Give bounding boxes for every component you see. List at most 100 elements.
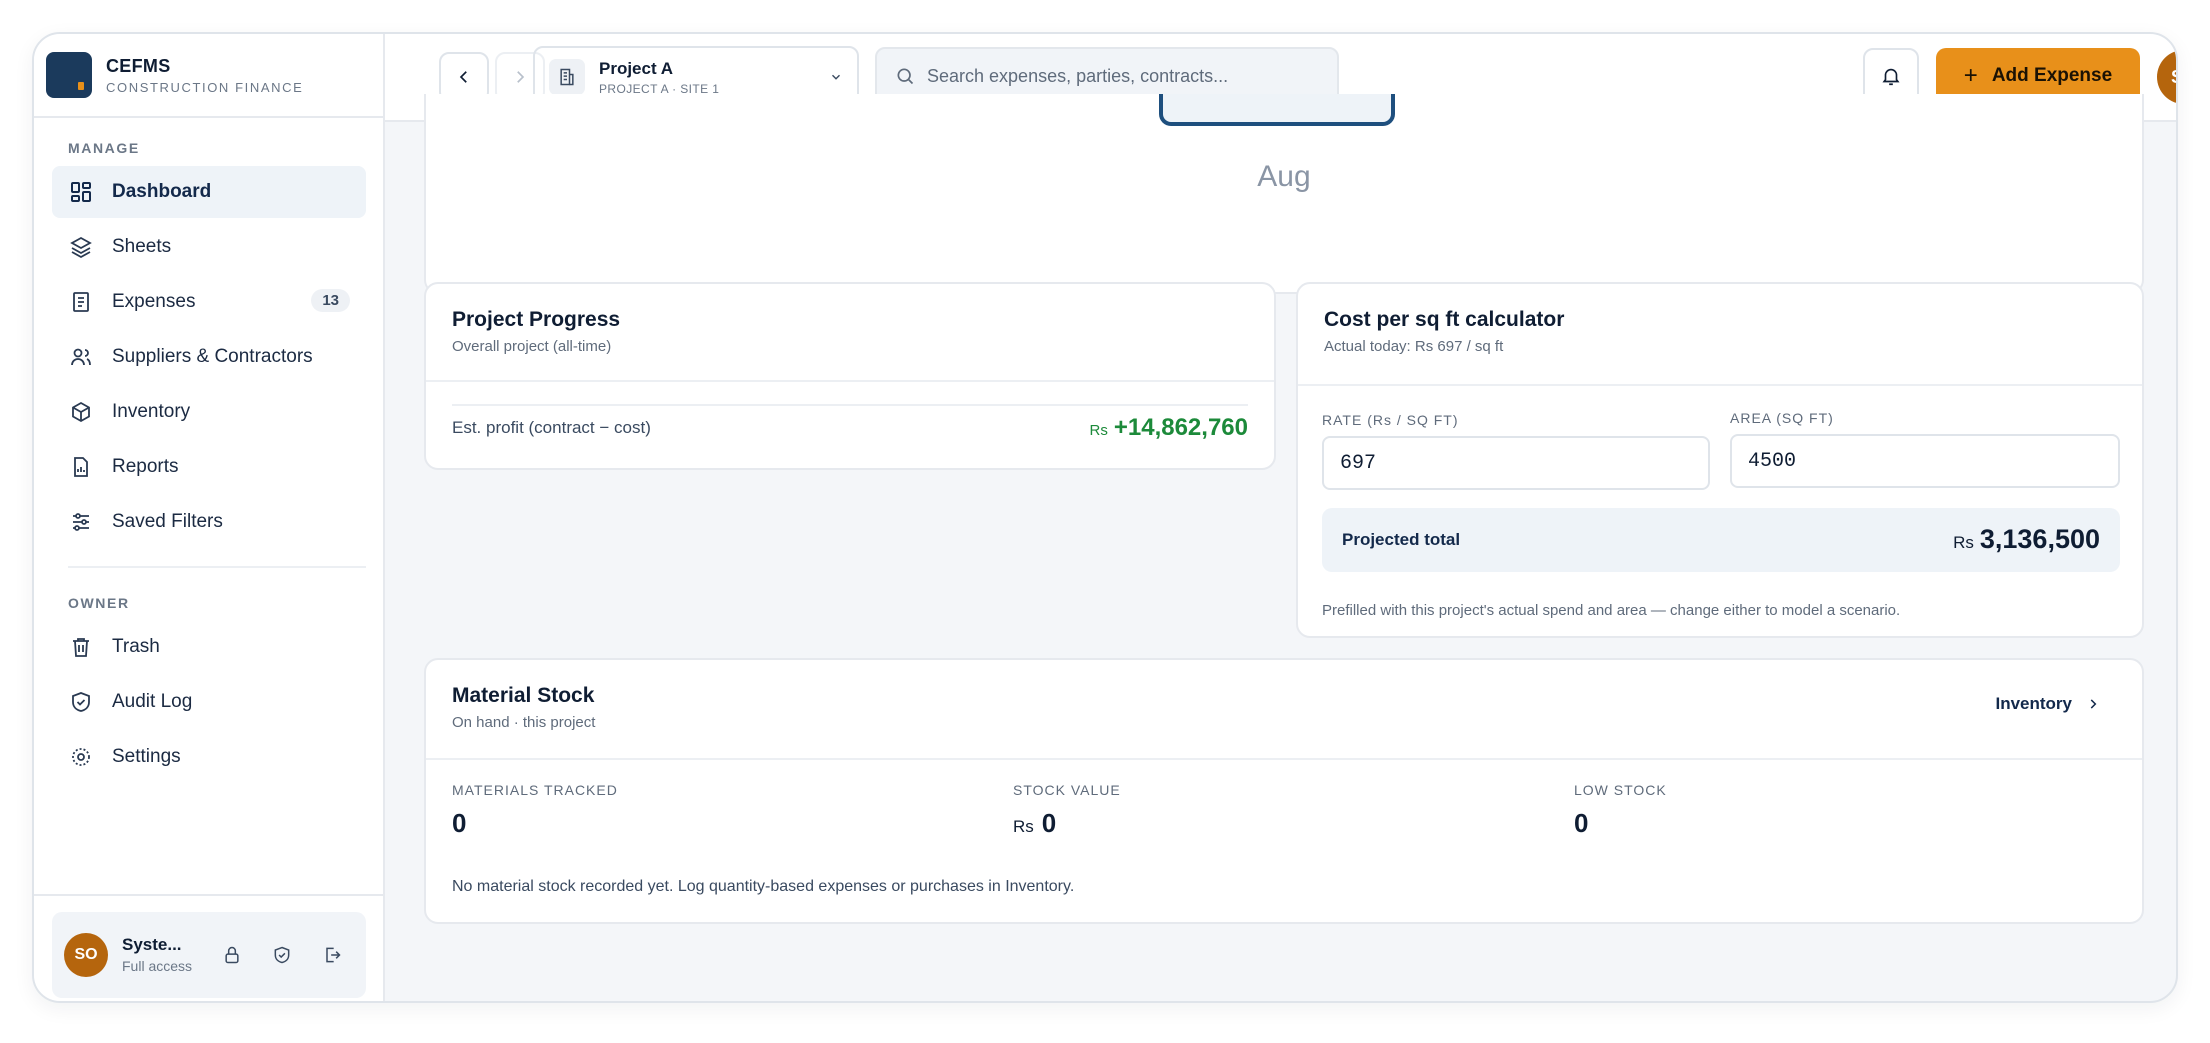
stat-label: STOCK VALUE	[1013, 782, 1121, 798]
search-icon	[897, 68, 914, 85]
sidebar-item-trash[interactable]: Trash	[52, 621, 366, 673]
sidebar-item-label: Settings	[112, 746, 181, 767]
avatar[interactable]: SO	[64, 933, 108, 977]
stat-label: MATERIALS TRACKED	[452, 782, 618, 798]
layers-icon	[68, 234, 94, 260]
divider	[452, 404, 1248, 406]
area-input[interactable]: 4500	[1730, 434, 2120, 488]
sidebar-divider	[68, 566, 366, 568]
currency-symbol: Rs	[1953, 533, 1974, 552]
chevron-down-icon	[832, 74, 840, 80]
stock-value-stat: STOCK VALUE Rs 0	[1013, 782, 1121, 839]
sidebar-item-label: Suppliers & Contractors	[112, 346, 313, 367]
sidebar-item-sheets[interactable]: Sheets	[52, 221, 366, 273]
stat-value: 0	[1574, 808, 1589, 838]
card-subtitle: Actual today: Rs 697 / sq ft	[1324, 338, 1504, 355]
sidebar-item-label: Dashboard	[112, 181, 212, 202]
card-subtitle: On hand · this project	[452, 714, 596, 731]
inventory-link-label: Inventory	[1995, 694, 2072, 713]
receipt-icon	[68, 289, 94, 315]
brand-subtitle: CONSTRUCTION FINANCE	[106, 79, 304, 95]
box-icon	[68, 399, 94, 425]
card-title: Cost per sq ft calculator	[1324, 308, 1565, 331]
calculator-note: Prefilled with this project's actual spe…	[1322, 602, 1901, 619]
add-expense-label: Add Expense	[1991, 65, 2113, 86]
stat-value: 0	[452, 808, 467, 838]
sidebar-item-label: Saved Filters	[112, 511, 223, 532]
divider	[1298, 384, 2142, 386]
trash-icon	[68, 634, 94, 660]
shield-icon[interactable]	[270, 943, 294, 967]
project-progress-card: Project Progress Overall project (all-ti…	[424, 282, 1276, 470]
chevron-right-icon	[517, 71, 525, 83]
currency-symbol: Rs	[1089, 422, 1108, 439]
bell-icon	[1882, 68, 1900, 86]
chevron-left-icon	[459, 71, 467, 83]
card-title: Project Progress	[452, 308, 621, 331]
sidebar-item-audit-log[interactable]: Audit Log	[52, 676, 366, 728]
profit-label: Est. profit (contract − cost)	[452, 418, 651, 437]
profit-amount: +14,862,760	[1113, 414, 1248, 441]
sidebar-item-label: Reports	[112, 456, 179, 477]
sidebar-item-saved-filters[interactable]: Saved Filters	[52, 496, 366, 548]
user-name: Syste...	[122, 935, 182, 954]
sidebar-item-label: Expenses	[112, 291, 196, 312]
chart-bar	[1159, 94, 1395, 126]
stat-value: Rs 0	[1013, 808, 1121, 839]
sidebar-item-settings[interactable]: Settings	[52, 731, 366, 783]
rate-label: RATE (Rs / SQ FT)	[1322, 412, 1459, 428]
stock-empty-note: No material stock recorded yet. Log quan…	[452, 878, 1075, 895]
building-icon	[549, 59, 585, 95]
avatar[interactable]: SO	[2157, 50, 2176, 104]
card-title: Material Stock	[452, 684, 595, 707]
projected-total-amount: 3,136,500	[1979, 524, 2100, 554]
sidebar-item-label: Inventory	[112, 401, 191, 422]
rate-input[interactable]: 697	[1322, 436, 1710, 490]
sidebar-item-inventory[interactable]: Inventory	[52, 386, 366, 438]
materials-tracked-stat: MATERIALS TRACKED 0	[452, 782, 618, 839]
users-icon	[68, 344, 94, 370]
stock-value-amount: 0	[1041, 808, 1057, 838]
cost-calculator-card: Cost per sq ft calculator Actual today: …	[1296, 282, 2144, 638]
material-stock-card: Material Stock On hand · this project In…	[424, 658, 2144, 924]
sidebar-item-dashboard[interactable]: Dashboard	[52, 166, 366, 218]
expenses-count-badge: 13	[311, 289, 350, 312]
chevron-right-icon	[2090, 699, 2097, 709]
stat-label: LOW STOCK	[1574, 782, 1667, 798]
app-window: CEFMS CONSTRUCTION FINANCE MANAGE Dashbo…	[32, 32, 2178, 1003]
project-name: Project A	[599, 58, 674, 78]
gear-icon	[68, 744, 94, 770]
user-role: Full access	[122, 958, 193, 974]
brand-name: CEFMS	[106, 55, 171, 76]
section-label-owner: OWNER	[68, 595, 130, 611]
sliders-icon	[68, 509, 94, 535]
logout-icon[interactable]	[320, 943, 344, 967]
projected-total-label: Projected total	[1342, 530, 1461, 549]
sidebar-item-label: Trash	[112, 636, 160, 657]
sidebar-item-label: Audit Log	[112, 691, 193, 712]
sidebar-item-suppliers[interactable]: Suppliers & Contractors	[52, 331, 366, 383]
chart-month-label: Aug	[1257, 160, 1311, 193]
brand[interactable]: CEFMS CONSTRUCTION FINANCE	[34, 34, 385, 118]
search-input[interactable]	[927, 65, 1327, 87]
report-icon	[68, 454, 94, 480]
low-stock-stat: LOW STOCK 0	[1574, 782, 1667, 839]
sidebar: CEFMS CONSTRUCTION FINANCE MANAGE Dashbo…	[34, 34, 385, 1001]
profit-value: Rs +14,862,760	[1090, 414, 1248, 442]
projected-total-value: Rs 3,136,500	[1953, 524, 2100, 555]
projected-total: Projected total Rs 3,136,500	[1322, 508, 2120, 572]
sidebar-item-expenses[interactable]: Expenses 13	[52, 276, 366, 328]
plus-icon: +	[1963, 62, 1978, 89]
area-label: AREA (SQ FT)	[1730, 410, 1834, 426]
shield-check-icon	[68, 689, 94, 715]
section-label-manage: MANAGE	[68, 140, 140, 156]
user-card: SO Syste... Full access	[52, 912, 366, 998]
sidebar-item-label: Sheets	[112, 236, 172, 257]
sidebar-item-reports[interactable]: Reports	[52, 441, 366, 493]
inventory-link[interactable]: Inventory	[1995, 694, 2100, 714]
divider	[426, 380, 1274, 382]
sidebar-footer-divider	[34, 894, 385, 896]
card-subtitle: Overall project (all-time)	[452, 338, 612, 355]
lock-icon[interactable]	[220, 943, 244, 967]
divider	[426, 758, 2142, 760]
